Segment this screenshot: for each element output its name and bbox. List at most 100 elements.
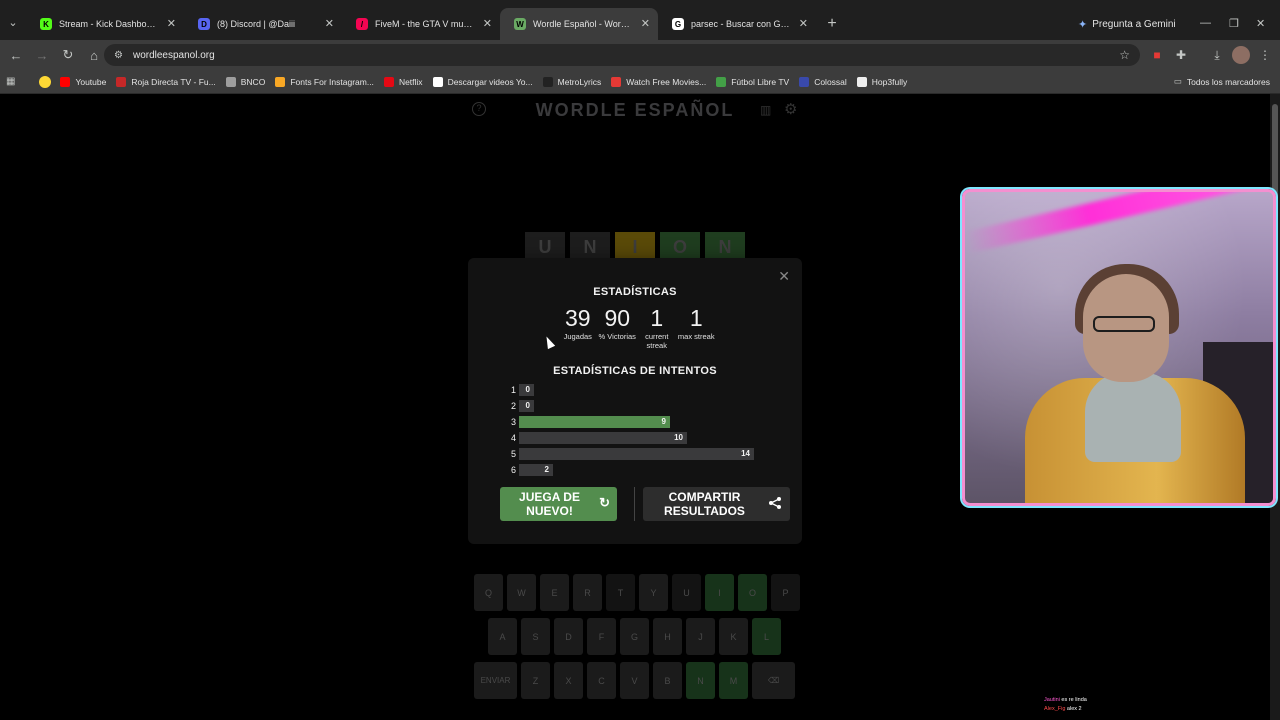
key-i[interactable]: I: [705, 574, 734, 611]
distribution-row: 39: [508, 416, 768, 428]
gear-icon[interactable]: ⚙: [784, 100, 797, 118]
stat-item: 90% Victorias: [598, 304, 638, 350]
tab-search-icon[interactable]: ⌄: [0, 4, 26, 40]
tab-close-icon[interactable]: ✕: [799, 17, 808, 30]
bookmark-item[interactable]: Netflix: [383, 76, 423, 87]
close-icon[interactable]: ✕: [778, 268, 790, 285]
all-bookmarks-folder[interactable]: ▭ Todos los marcadores: [1174, 76, 1270, 87]
bookmark-item[interactable]: Hop3fully: [856, 76, 907, 87]
gemini-button[interactable]: ✦ Pregunta a Gemini: [1078, 18, 1176, 31]
bookmark-emoji-icon[interactable]: [39, 75, 52, 88]
key-e[interactable]: E: [540, 574, 569, 611]
browser-tab[interactable]: / FiveM - the GTA V multiplayer ✕: [342, 8, 500, 40]
window-close-icon[interactable]: ✕: [1256, 17, 1265, 30]
download-icon[interactable]: ⤓: [1208, 46, 1226, 64]
distribution-guess-number: 6: [511, 465, 517, 475]
browser-tab[interactable]: Gparsec - Buscar con Google ✕: [658, 8, 816, 40]
bookmark-item[interactable]: Descargar videos Yo...: [432, 76, 533, 87]
bookmark-item[interactable]: BNCO: [225, 76, 265, 87]
browser-tab[interactable]: K Stream - Kick Dashboard ✕: [26, 8, 184, 40]
key-b[interactable]: B: [653, 662, 682, 699]
profile-avatar[interactable]: [1232, 46, 1250, 64]
chat-text: es re linda: [1059, 697, 1087, 703]
key-s[interactable]: S: [521, 618, 550, 655]
play-again-button[interactable]: JUEGA DE NUEVO! ↻: [500, 487, 617, 521]
backspace-icon[interactable]: ⌫: [752, 662, 795, 699]
home-icon[interactable]: ⌂: [82, 43, 106, 67]
share-results-button[interactable]: COMPARTIR RESULTADOS: [643, 487, 790, 521]
minimize-icon[interactable]: —: [1200, 17, 1211, 29]
tab-close-icon[interactable]: ✕: [325, 17, 334, 30]
key-v[interactable]: V: [620, 662, 649, 699]
bookmark-favicon-icon: [799, 76, 810, 87]
tab-title: Wordle Español - Wordle ilimit: [533, 19, 632, 29]
tab-close-icon[interactable]: ✕: [167, 17, 176, 30]
stat-label: % Victorias: [598, 332, 636, 341]
restore-icon[interactable]: ❐: [1229, 17, 1239, 30]
key-z[interactable]: Z: [521, 662, 550, 699]
key-w[interactable]: W: [507, 574, 536, 611]
bookmark-favicon-icon: [116, 76, 127, 87]
distribution-guess-number: 2: [511, 401, 517, 411]
key-m[interactable]: M: [719, 662, 748, 699]
site-info-icon[interactable]: ⚙: [114, 50, 123, 61]
webcam-glasses: [1093, 316, 1155, 332]
extensions-puzzle-icon[interactable]: ✚: [1172, 46, 1190, 64]
gemini-icon: ✦: [1078, 19, 1088, 31]
share-label: COMPARTIR RESULTADOS: [664, 490, 745, 518]
tab-close-icon[interactable]: ✕: [483, 17, 492, 30]
chat-username: Alex_Fig: [1044, 706, 1066, 712]
key-d[interactable]: D: [554, 618, 583, 655]
distribution-row: 4 10: [508, 432, 768, 444]
key-u[interactable]: U: [672, 574, 701, 611]
tab-close-icon[interactable]: ✕: [641, 17, 650, 30]
key-x[interactable]: X: [554, 662, 583, 699]
key-g[interactable]: G: [620, 618, 649, 655]
forward-icon[interactable]: →: [30, 43, 54, 67]
bookmark-item[interactable]: Youtube: [60, 76, 106, 87]
key-o[interactable]: O: [738, 574, 767, 611]
key-t[interactable]: T: [606, 574, 635, 611]
bookmark-item[interactable]: Watch Free Movies...: [611, 76, 706, 87]
bookmark-item[interactable]: MetroLyrics: [542, 76, 601, 87]
stats-chart-icon[interactable]: ▥: [760, 103, 771, 117]
distribution-bar: 14: [519, 448, 754, 460]
apps-grid-icon[interactable]: ▦: [6, 76, 29, 87]
stat-number: 90: [604, 305, 631, 331]
bookmark-favicon-icon: [716, 76, 727, 87]
chat-message: Jautini es re linda: [1044, 696, 1087, 705]
key-f[interactable]: F: [587, 618, 616, 655]
navigation-toolbar: ← → ↻ ⌂ ⚙ wordleespanol.org ☆ ■ ✚ ⤓ ⋮: [0, 40, 1280, 70]
bookmark-item[interactable]: Roja Directa TV - Fu...: [116, 76, 216, 87]
key-h[interactable]: H: [653, 618, 682, 655]
share-icon: [768, 496, 782, 513]
distribution-row: 5 14: [508, 448, 768, 460]
key-a[interactable]: A: [488, 618, 517, 655]
reload-icon[interactable]: ↻: [56, 43, 80, 67]
key-l[interactable]: L: [752, 618, 781, 655]
extension-icon[interactable]: ■: [1148, 46, 1166, 64]
browser-tab[interactable]: W Wordle Español - Wordle ilimit ✕: [500, 8, 658, 40]
back-icon[interactable]: ←: [4, 43, 28, 67]
bookmark-star-icon[interactable]: ☆: [1119, 48, 1130, 62]
bookmark-item[interactable]: Fútbol Libre TV: [716, 76, 789, 87]
new-tab-button[interactable]: +: [820, 10, 844, 38]
bookmark-item[interactable]: Colossal: [799, 76, 847, 87]
browser-tab[interactable]: D (8) Discord | @Daiii ✕: [184, 8, 342, 40]
key-n[interactable]: N: [686, 662, 715, 699]
menu-kebab-icon[interactable]: ⋮: [1256, 46, 1274, 64]
key-j[interactable]: J: [686, 618, 715, 655]
distribution-bar: 2: [519, 464, 553, 476]
address-bar[interactable]: ⚙ wordleespanol.org ☆: [104, 44, 1140, 66]
bookmark-item[interactable]: Fonts For Instagram...: [275, 76, 374, 87]
key-p[interactable]: P: [771, 574, 800, 611]
enter-key[interactable]: ENVIAR: [474, 662, 517, 699]
key-k[interactable]: K: [719, 618, 748, 655]
keyboard-row-3: ENVIAR Z X C V B N M ⌫: [474, 662, 795, 699]
key-c[interactable]: C: [587, 662, 616, 699]
key-y[interactable]: Y: [639, 574, 668, 611]
key-q[interactable]: Q: [474, 574, 503, 611]
key-r[interactable]: R: [573, 574, 602, 611]
statistics-heading: ESTADÍSTICAS: [593, 286, 677, 298]
tab-favicon-icon: /: [356, 18, 368, 30]
